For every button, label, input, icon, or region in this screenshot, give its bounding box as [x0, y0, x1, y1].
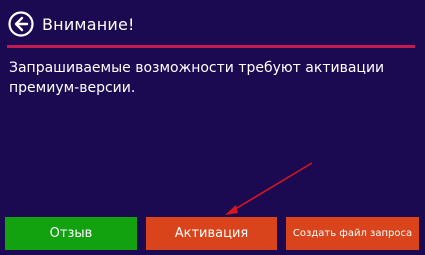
header-divider [7, 45, 415, 48]
dialog-screen: Внимание! Запрашиваемые возможности треб… [0, 0, 425, 255]
activate-button[interactable]: Активация [146, 217, 277, 250]
feedback-button[interactable]: Отзыв [5, 217, 137, 250]
back-icon[interactable] [8, 11, 34, 37]
dialog-message: Запрашиваемые возможности требуют актива… [9, 60, 385, 96]
create-request-file-button[interactable]: Создать файл запроса [286, 217, 419, 250]
dialog-title: Внимание! [42, 14, 135, 34]
dialog-header: Внимание! [8, 10, 135, 38]
